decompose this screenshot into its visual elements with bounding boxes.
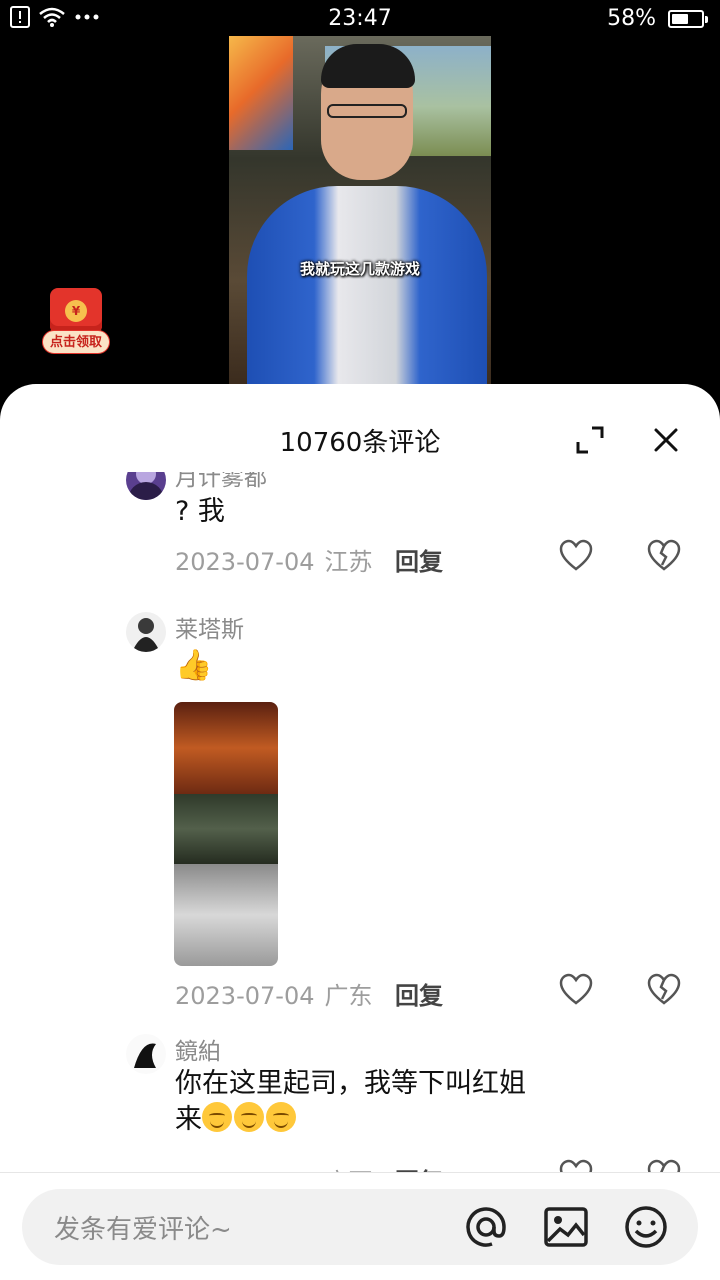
comment-username[interactable]: 鏡絈: [175, 1032, 221, 1066]
reply-button[interactable]: 回复: [395, 542, 443, 577]
comment-location: 广东: [324, 982, 373, 1010]
comment-text-line: 你在这里起司，我等下叫红姐: [175, 1068, 526, 1099]
video-player[interactable]: 我就玩这几款游戏: [229, 36, 491, 386]
avatar[interactable]: [126, 1034, 166, 1074]
comments-sheet: 10760条评论 月计雾都 ? 我 2023-07-04 江苏 回复 莱塔斯 👍…: [0, 384, 720, 1280]
comment-text: ? 我: [175, 496, 225, 527]
heart-icon[interactable]: [558, 1158, 594, 1172]
broken-heart-icon[interactable]: [646, 972, 682, 1008]
smirk-emoji: [202, 1102, 232, 1132]
comment-username[interactable]: 月计雾都: [175, 472, 267, 492]
comment-meta: 2023-07-04 江苏: [175, 542, 372, 577]
comment-date: 2023-07-04: [175, 982, 315, 1010]
image-panel-top: [174, 702, 278, 794]
video-subtitle: 我就玩这几款游戏: [299, 260, 420, 278]
image-panel-middle: [174, 794, 278, 864]
status-bar: 23:47 58%: [0, 0, 720, 38]
comment-image[interactable]: [174, 702, 278, 966]
emoji-icon[interactable]: [622, 1203, 670, 1251]
heart-icon[interactable]: [558, 538, 594, 574]
comment-location: 江苏: [324, 548, 373, 576]
smirk-emoji: [266, 1102, 296, 1132]
avatar[interactable]: [126, 612, 166, 652]
reply-button[interactable]: 回复: [395, 976, 443, 1011]
red-packet-label: 点击领取: [42, 330, 110, 354]
comment-input[interactable]: 发条有爱评论~: [22, 1189, 698, 1265]
battery-level: [672, 13, 689, 24]
mention-icon[interactable]: [462, 1203, 510, 1251]
red-packet-button[interactable]: ¥ 点击领取: [42, 288, 114, 358]
comment-username[interactable]: 莱塔斯: [175, 610, 244, 644]
coin-icon: ¥: [65, 300, 87, 322]
smirk-emoji: [234, 1102, 264, 1132]
comment-text-tail: 来: [175, 1104, 202, 1135]
person-jacket: [247, 186, 487, 386]
image-panel-bottom: [174, 864, 278, 966]
comment-input-placeholder: 发条有爱评论~: [54, 1215, 232, 1245]
image-icon[interactable]: [542, 1203, 590, 1251]
comments-title: 10760条评论: [279, 428, 441, 458]
battery-icon: [668, 9, 708, 28]
close-icon[interactable]: [650, 424, 682, 456]
broken-heart-icon[interactable]: [646, 1158, 682, 1172]
comment-text-line: 来: [175, 1102, 595, 1138]
person-glasses: [327, 104, 407, 118]
heart-icon[interactable]: [558, 972, 594, 1008]
thumbs-up-emoji: 👍: [175, 648, 213, 683]
battery-percent: 58%: [607, 6, 656, 31]
broken-heart-icon[interactable]: [646, 538, 682, 574]
expand-icon[interactable]: [574, 424, 606, 456]
comment-input-bar: 发条有爱评论~: [0, 1172, 720, 1280]
avatar[interactable]: [126, 472, 166, 500]
comment-text: 👍: [175, 648, 595, 685]
person-hair: [321, 44, 415, 88]
comment-list[interactable]: 月计雾都 ? 我 2023-07-04 江苏 回复 莱塔斯 👍 2023-07-…: [0, 472, 720, 1172]
comment-meta: 2023-07-04广西: [175, 1162, 372, 1172]
comment-meta: 2023-07-04 广东: [175, 976, 372, 1011]
reply-button[interactable]: 回复: [395, 1162, 443, 1172]
comment-date: 2023-07-04: [175, 548, 315, 576]
status-right: 58%: [607, 6, 708, 31]
background-poster: [229, 36, 293, 150]
comment-text: 你在这里起司，我等下叫红姐 来: [175, 1066, 595, 1138]
